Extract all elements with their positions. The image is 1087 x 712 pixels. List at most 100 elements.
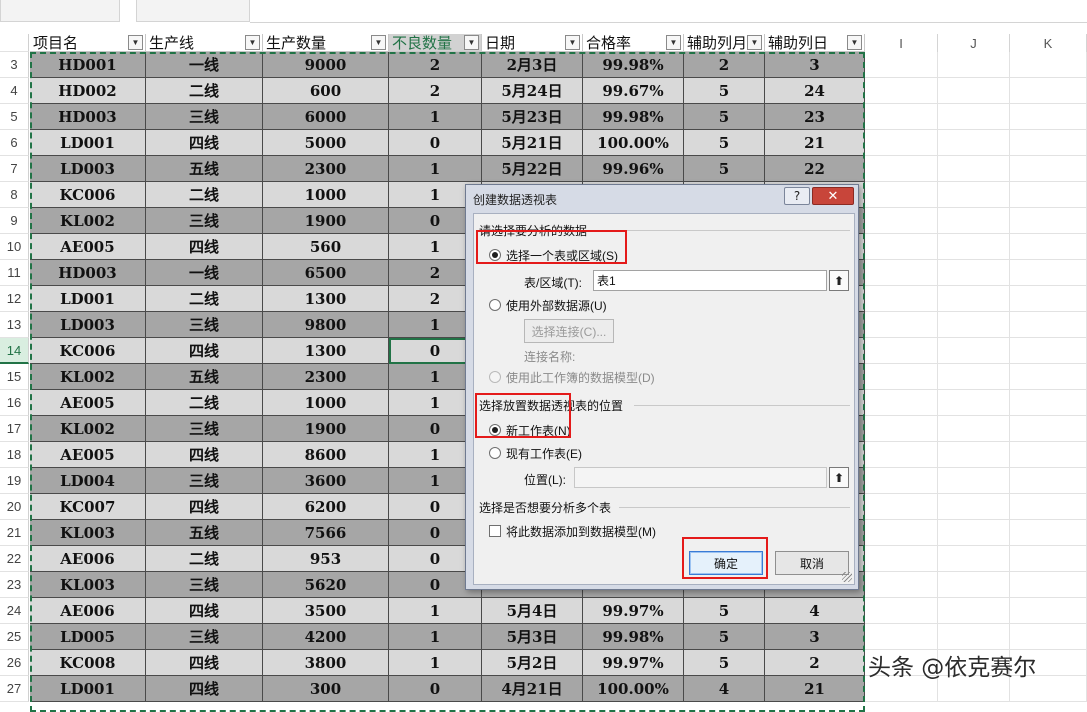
cell-date[interactable]: 5月21日 (482, 130, 583, 156)
empty-cell[interactable] (865, 442, 938, 468)
cell-production-line[interactable]: 三线 (146, 624, 263, 650)
empty-cell[interactable] (1010, 182, 1087, 208)
empty-cell[interactable] (938, 234, 1010, 260)
empty-cell[interactable] (1010, 338, 1087, 364)
cell-project-name[interactable]: KC007 (30, 494, 146, 520)
cell-project-name[interactable]: AE005 (30, 442, 146, 468)
radio-table-range[interactable] (489, 249, 501, 261)
row-number[interactable]: 18 (0, 442, 29, 468)
row-number[interactable]: 7 (0, 156, 29, 182)
cell-date[interactable]: 5月23日 (482, 104, 583, 130)
cell-production-line[interactable]: 三线 (146, 104, 263, 130)
cell-helper-day[interactable]: 4 (765, 598, 865, 624)
cell-project-name[interactable]: KC006 (30, 338, 146, 364)
ribbon-tab[interactable] (136, 0, 250, 22)
cell-production-qty[interactable]: 1000 (263, 182, 389, 208)
empty-cell[interactable] (865, 182, 938, 208)
empty-cell[interactable] (938, 78, 1010, 104)
empty-cell[interactable] (1010, 442, 1087, 468)
cell-project-name[interactable]: KL003 (30, 520, 146, 546)
filter-dropdown-icon[interactable]: ▼ (464, 35, 479, 50)
empty-cell[interactable] (865, 104, 938, 130)
cell-production-qty[interactable]: 600 (263, 78, 389, 104)
empty-cell[interactable] (938, 182, 1010, 208)
empty-cell[interactable] (938, 156, 1010, 182)
empty-cell[interactable] (865, 78, 938, 104)
cell-production-line[interactable]: 一线 (146, 260, 263, 286)
empty-cell[interactable] (938, 286, 1010, 312)
cell-helper-month[interactable]: 5 (684, 130, 765, 156)
close-button[interactable]: ✕ (812, 187, 854, 205)
cell-pass-rate[interactable]: 99.98% (583, 624, 684, 650)
cancel-button[interactable]: 取消 (775, 551, 849, 575)
empty-cell[interactable] (938, 130, 1010, 156)
cell-project-name[interactable]: HD003 (30, 260, 146, 286)
cell-production-line[interactable]: 二线 (146, 546, 263, 572)
empty-cell[interactable] (865, 260, 938, 286)
cell-production-line[interactable]: 三线 (146, 468, 263, 494)
radio-data-model[interactable] (489, 371, 501, 383)
empty-cell[interactable] (865, 364, 938, 390)
cell-production-line[interactable]: 二线 (146, 78, 263, 104)
empty-cell[interactable] (938, 546, 1010, 572)
cell-helper-month[interactable]: 2 (684, 52, 765, 78)
cell-project-name[interactable]: AE006 (30, 598, 146, 624)
row-number[interactable]: 21 (0, 520, 29, 546)
empty-cell[interactable] (865, 338, 938, 364)
row-number[interactable]: 23 (0, 572, 29, 598)
cell-pass-rate[interactable]: 99.96% (583, 156, 684, 182)
cell-helper-month[interactable]: 5 (684, 650, 765, 676)
cell-production-qty[interactable]: 3800 (263, 650, 389, 676)
empty-cell[interactable] (1010, 286, 1087, 312)
cell-helper-day[interactable]: 3 (765, 624, 865, 650)
radio-existing-sheet[interactable] (489, 447, 501, 459)
empty-cell[interactable] (865, 572, 938, 598)
collapse-range-icon[interactable]: ⬆ (829, 270, 849, 291)
empty-cell[interactable] (1010, 390, 1087, 416)
empty-cell[interactable] (865, 312, 938, 338)
cell-defect-qty[interactable]: 1 (389, 624, 482, 650)
cell-production-line[interactable]: 四线 (146, 650, 263, 676)
empty-cell[interactable] (938, 416, 1010, 442)
row-number[interactable]: 25 (0, 624, 29, 650)
cell-helper-day[interactable]: 22 (765, 156, 865, 182)
row-number[interactable]: 26 (0, 650, 29, 676)
cell-production-line[interactable]: 五线 (146, 156, 263, 182)
empty-cell[interactable] (865, 156, 938, 182)
filter-dropdown-icon[interactable]: ▼ (565, 35, 580, 50)
cell-production-qty[interactable]: 4200 (263, 624, 389, 650)
ok-button[interactable]: 确定 (689, 551, 763, 575)
cell-project-name[interactable]: LD001 (30, 676, 146, 702)
cell-defect-qty[interactable]: 2 (389, 52, 482, 78)
empty-cell[interactable] (1010, 364, 1087, 390)
cell-defect-qty[interactable]: 1 (389, 156, 482, 182)
cell-project-name[interactable]: AE005 (30, 390, 146, 416)
cell-production-line[interactable]: 三线 (146, 572, 263, 598)
cell-helper-day[interactable]: 21 (765, 676, 865, 702)
cell-pass-rate[interactable]: 99.97% (583, 598, 684, 624)
cell-production-line[interactable]: 一线 (146, 52, 263, 78)
empty-cell[interactable] (938, 364, 1010, 390)
cell-production-line[interactable]: 四线 (146, 494, 263, 520)
empty-cell[interactable] (938, 104, 1010, 130)
empty-cell[interactable] (938, 312, 1010, 338)
cell-project-name[interactable]: HD001 (30, 52, 146, 78)
cell-helper-day[interactable]: 21 (765, 130, 865, 156)
row-number[interactable]: 15 (0, 364, 29, 390)
cell-project-name[interactable]: KC006 (30, 182, 146, 208)
cell-production-qty[interactable]: 3500 (263, 598, 389, 624)
add-to-model-checkbox[interactable] (489, 525, 501, 537)
header-project-name[interactable]: 项目名 ▼ (30, 34, 146, 52)
empty-cell[interactable] (938, 260, 1010, 286)
cell-production-line[interactable]: 五线 (146, 520, 263, 546)
empty-cell[interactable] (1010, 494, 1087, 520)
empty-cell[interactable] (865, 416, 938, 442)
cell-production-line[interactable]: 四线 (146, 338, 263, 364)
cell-production-line[interactable]: 四线 (146, 442, 263, 468)
cell-production-qty[interactable]: 3600 (263, 468, 389, 494)
cell-production-line[interactable]: 四线 (146, 676, 263, 702)
cell-project-name[interactable]: LD003 (30, 156, 146, 182)
row-number[interactable]: 5 (0, 104, 29, 130)
empty-cell[interactable] (1010, 260, 1087, 286)
radio-new-sheet[interactable] (489, 424, 501, 436)
